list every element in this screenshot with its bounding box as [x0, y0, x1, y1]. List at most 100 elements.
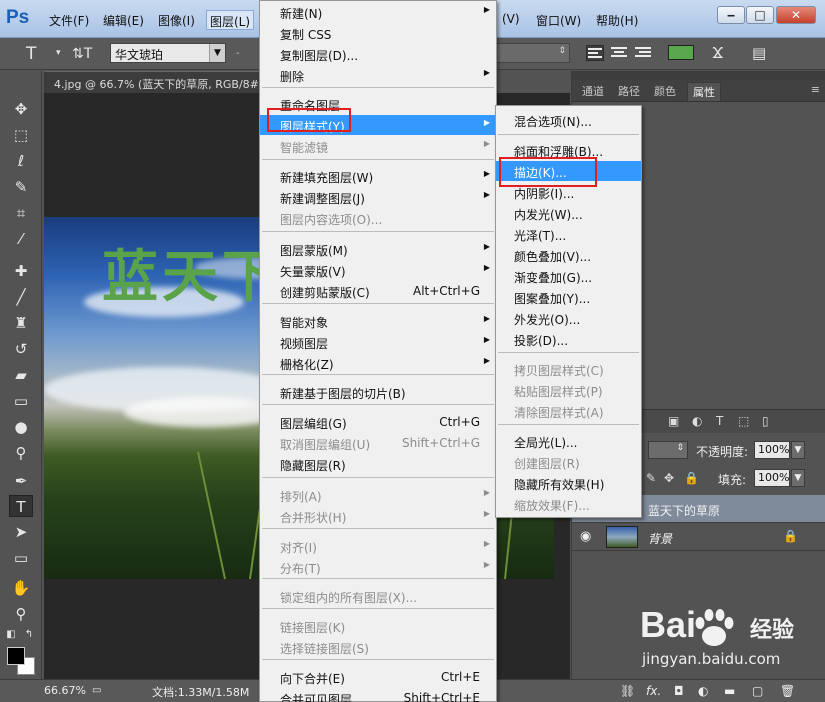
document-tab[interactable]: 4.jpg @ 66.7% (蓝天下的草原, RGB/8# [44, 71, 260, 93]
filter-smart-icon[interactable]: ▯ [762, 414, 769, 428]
chevron-down-icon[interactable]: ▾ [56, 48, 61, 58]
menu-item[interactable]: 向下合并(E) Ctrl+E [260, 667, 496, 687]
submenu-item[interactable]: 渐变叠加(G)... [496, 266, 641, 286]
lock-all-icon[interactable]: 🔒 [684, 471, 699, 485]
menu-item[interactable]: 复制图层(D)... [260, 44, 496, 64]
align-right-button[interactable] [634, 45, 652, 61]
pen-tool-icon[interactable]: ✒ [9, 470, 33, 492]
warp-text-icon[interactable]: Ϫ [712, 44, 724, 62]
menu-item[interactable]: 创建剪贴蒙版(C) Alt+Ctrl+G [260, 281, 496, 301]
fx-icon[interactable]: fx. [646, 684, 661, 698]
eraser-tool-icon[interactable]: ▰ [9, 364, 33, 386]
dodge-tool-icon[interactable]: ⚲ [9, 442, 33, 464]
fill-dropdown[interactable]: ▼ [791, 469, 805, 487]
swap-colors-icon[interactable]: ↰ [22, 624, 36, 646]
type-tool-icon[interactable]: T [26, 44, 36, 64]
submenu-item[interactable]: 隐藏所有效果(H) [496, 473, 641, 493]
menu-item[interactable]: 删除 ▶ [260, 65, 496, 85]
blend-mode-select[interactable]: ⇕ [648, 441, 688, 459]
gradient-tool-icon[interactable]: ▭ [9, 390, 33, 412]
type-tool-icon[interactable]: T [9, 495, 33, 517]
zoom-level[interactable]: 66.67% [44, 684, 86, 697]
filter-type-icon[interactable]: T [716, 414, 723, 428]
text-orientation-icon[interactable]: ⇅T [72, 46, 92, 62]
menu-item[interactable]: 视频图层 ▶ [260, 332, 496, 352]
submenu-item[interactable]: 混合选项(N)... [496, 110, 641, 130]
adjustment-icon[interactable]: ◐ [698, 684, 708, 698]
submenu-item[interactable]: 颜色叠加(V)... [496, 245, 641, 265]
submenu-item[interactable]: 光泽(T)... [496, 224, 641, 244]
menu-item[interactable]: 矢量蒙版(V) ▶ [260, 260, 496, 280]
filter-adjust-icon[interactable]: ◐ [692, 414, 702, 428]
history-brush-tool-icon[interactable]: ↺ [9, 338, 33, 360]
tab-color[interactable]: 颜色 [654, 83, 676, 99]
menu-view[interactable]: (V) [502, 12, 520, 26]
opacity-dropdown[interactable]: ▼ [791, 441, 805, 459]
healing-brush-tool-icon[interactable]: ✚ [9, 260, 33, 282]
align-left-button[interactable] [586, 45, 604, 61]
submenu-item[interactable]: 内发光(W)... [496, 203, 641, 223]
text-color-swatch[interactable] [668, 45, 694, 60]
tab-properties[interactable]: 属性 [687, 82, 721, 101]
menu-item[interactable]: 隐藏图层(R) [260, 454, 496, 474]
delete-layer-icon[interactable]: 🗑 [780, 684, 795, 698]
align-center-button[interactable] [610, 45, 628, 61]
menu-image[interactable]: 图像(I) [158, 12, 195, 29]
tab-channels[interactable]: 通道 [582, 83, 604, 99]
menu-item[interactable]: 图层编组(G) Ctrl+G [260, 412, 496, 432]
character-panel-icon[interactable]: ▤ [752, 44, 766, 62]
font-size-select[interactable]: ⇕ [496, 43, 570, 63]
lock-pixels-icon[interactable]: ✎ [646, 471, 656, 485]
zoom-tool-icon[interactable]: ⚲ [9, 603, 33, 625]
visibility-eye-icon[interactable]: ◉ [580, 529, 591, 544]
submenu-item[interactable]: 外发光(O)... [496, 308, 641, 328]
submenu-item[interactable]: 全局光(L)... [496, 431, 641, 451]
path-select-tool-icon[interactable]: ➤ [9, 521, 33, 543]
new-group-icon[interactable]: ▬ [724, 684, 735, 698]
menu-item[interactable]: 图层蒙版(M) ▶ [260, 239, 496, 259]
crop-tool-icon[interactable]: ⌗ [9, 202, 33, 224]
menu-help[interactable]: 帮助(H) [596, 12, 638, 29]
filter-image-icon[interactable]: ▣ [668, 414, 679, 428]
lasso-tool-icon[interactable]: ℓ [9, 150, 33, 172]
eyedropper-tool-icon[interactable]: ⁄ [9, 228, 33, 250]
link-layers-icon[interactable]: ⛓ [620, 684, 635, 698]
menu-edit[interactable]: 编辑(E) [103, 12, 144, 29]
minimize-button[interactable]: ‒ [717, 6, 745, 24]
blur-tool-icon[interactable]: ● [9, 416, 33, 438]
menu-item[interactable]: 复制 CSS [260, 23, 496, 43]
submenu-item[interactable]: 图案叠加(Y)... [496, 287, 641, 307]
brush-tool-icon[interactable]: ╱ [9, 286, 33, 308]
submenu-item[interactable]: 投影(D)... [496, 329, 641, 349]
menu-window[interactable]: 窗口(W) [536, 12, 581, 29]
lock-position-icon[interactable]: ✥ [664, 471, 674, 485]
menu-item[interactable]: 智能对象 ▶ [260, 311, 496, 331]
foreground-color-swatch[interactable] [7, 647, 25, 665]
rectangle-tool-icon[interactable]: ▭ [9, 547, 33, 569]
add-mask-icon[interactable]: ◘ [674, 684, 684, 698]
panel-menu-icon[interactable]: ≡ [811, 83, 820, 96]
new-layer-icon[interactable]: ▢ [752, 684, 763, 698]
menu-item[interactable]: 新建基于图层的切片(B) [260, 382, 496, 402]
move-tool-icon[interactable]: ✥ [9, 98, 33, 120]
close-button[interactable]: ✕ [776, 6, 816, 24]
clone-stamp-tool-icon[interactable]: ♜ [9, 312, 33, 334]
hand-tool-icon[interactable]: ✋ [9, 577, 33, 599]
tab-paths[interactable]: 路径 [618, 83, 640, 99]
restore-button[interactable]: □ [746, 6, 774, 24]
menu-item[interactable]: 合并可见图层 Shift+Ctrl+E [260, 688, 496, 702]
fill-input[interactable]: 100% [754, 469, 790, 487]
menu-item[interactable]: 栅格化(Z) ▶ [260, 353, 496, 373]
layer-row[interactable]: ◉ 背景 🔒 [572, 523, 825, 551]
filter-shape-icon[interactable]: ⬚ [738, 414, 749, 428]
menu-item[interactable]: 新建(N) ▶ [260, 2, 496, 22]
font-family-select[interactable]: 华文琥珀 ▼ [110, 43, 226, 63]
default-colors-icon[interactable]: ◧ [4, 624, 18, 646]
menu-item[interactable]: 新建调整图层(J) ▶ [260, 187, 496, 207]
menu-file[interactable]: 文件(F) [49, 12, 89, 29]
menu-item[interactable]: 新建填充图层(W) ▶ [260, 166, 496, 186]
menu-layer[interactable]: 图层(L) [206, 10, 255, 30]
quick-select-tool-icon[interactable]: ✎ [9, 176, 33, 198]
opacity-input[interactable]: 100% [754, 441, 790, 459]
marquee-tool-icon[interactable]: ⬚ [9, 124, 33, 146]
